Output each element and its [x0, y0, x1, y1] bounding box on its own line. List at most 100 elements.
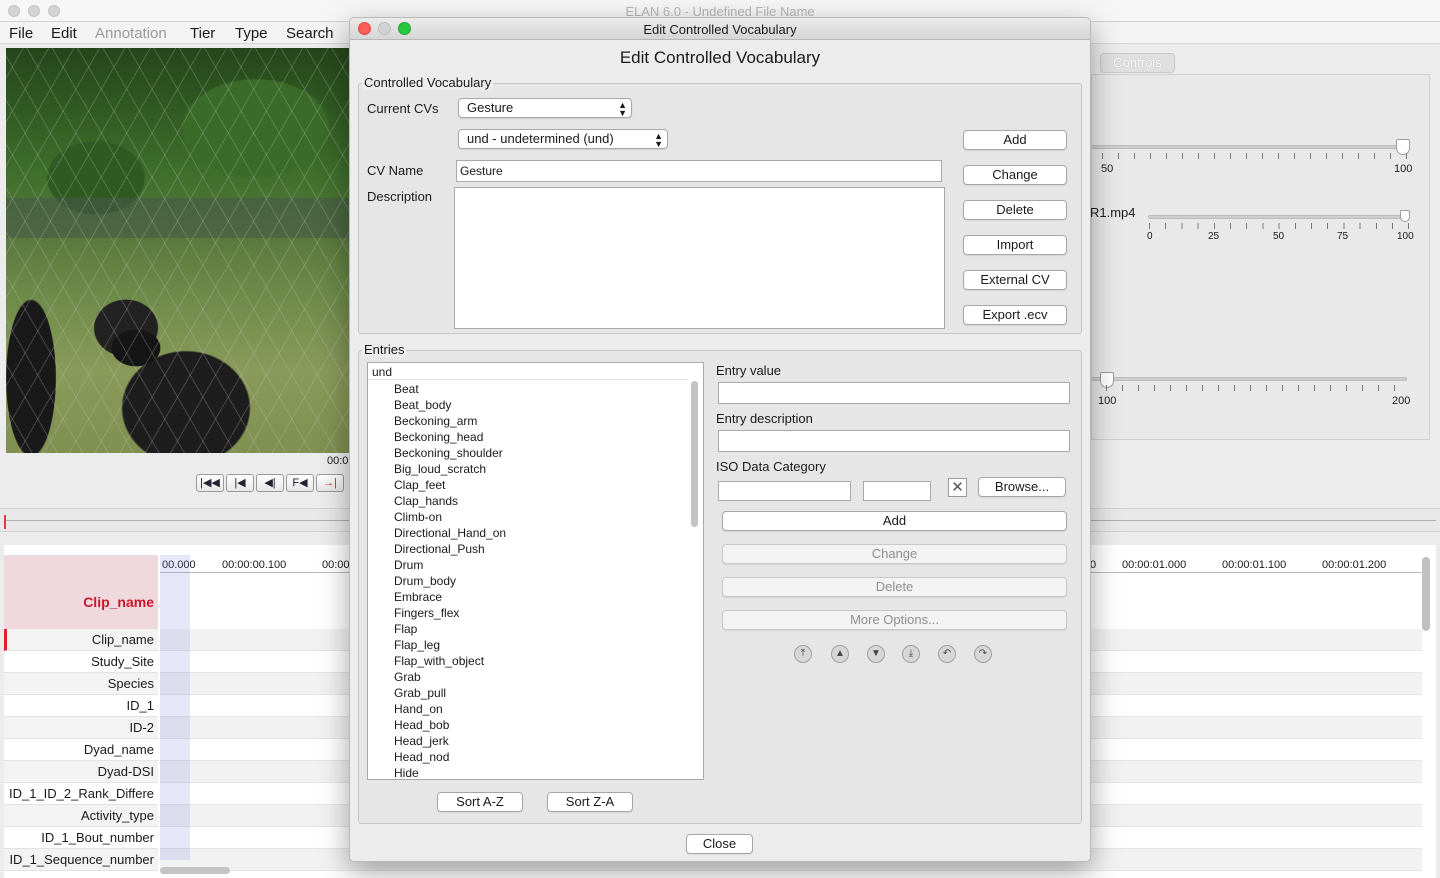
entry-item[interactable]: Hide — [394, 765, 684, 779]
entry-item[interactable]: Beckoning_shoulder — [394, 445, 684, 461]
entry-item[interactable]: Hand_on — [394, 701, 684, 717]
selection-end-button[interactable]: →| — [316, 474, 344, 492]
dialog-heading: Edit Controlled Vocabulary — [619, 48, 821, 67]
menu-edit[interactable]: Edit — [51, 25, 77, 42]
entry-item[interactable]: Flap_with_object — [394, 653, 684, 669]
tier-label-dyad-dsi[interactable]: Dyad-DSI — [4, 761, 158, 783]
entry-item[interactable]: Grab — [394, 669, 684, 685]
cv-change-button[interactable]: Change — [963, 165, 1067, 185]
volume-label-100: 100 — [1397, 231, 1414, 242]
entry-change-button[interactable]: Change — [722, 544, 1067, 564]
entry-item[interactable]: Clap_feet — [394, 477, 684, 493]
entry-item[interactable]: Beat — [394, 381, 684, 397]
tier-label-study-site[interactable]: Study_Site — [4, 651, 158, 673]
cv-add-button[interactable]: Add — [963, 130, 1067, 150]
entries-root-node[interactable]: und — [372, 365, 392, 379]
entry-item[interactable]: Head_jerk — [394, 733, 684, 749]
entries-list[interactable]: und Beat Beat_body Beckoning_arm Beckoning_… — [367, 362, 704, 780]
iso-id-field[interactable] — [863, 481, 931, 501]
move-to-top-icon[interactable]: ⤒ — [794, 645, 812, 663]
volume-slider[interactable] — [1148, 215, 1408, 219]
timeline-vertical-scrollbar[interactable] — [1422, 557, 1430, 631]
zoom-label-min: 100 — [1098, 395, 1117, 407]
volume-label-0: 0 — [1147, 231, 1153, 242]
entry-item[interactable]: Drum — [394, 557, 684, 573]
zoom-slider-ticks — [1106, 385, 1406, 391]
volume-label-50: 50 — [1273, 231, 1285, 242]
tier-label-sequence-number[interactable]: ID_1_Sequence_number — [4, 849, 158, 871]
clear-x-icon[interactable]: ✕ — [948, 478, 967, 497]
tier-label-id-2[interactable]: ID-2 — [4, 717, 158, 739]
browse-button[interactable]: Browse... — [978, 477, 1066, 497]
entry-item[interactable]: Beckoning_arm — [394, 413, 684, 429]
current-cv-select[interactable]: Gesture ▲ ▼ — [458, 98, 632, 118]
previous-second-button[interactable]: ◀| — [256, 474, 284, 492]
menu-annotation[interactable]: Annotation — [95, 25, 167, 42]
close-button[interactable]: Close — [686, 834, 753, 854]
entry-item[interactable]: Flap_leg — [394, 637, 684, 653]
menu-search[interactable]: Search — [286, 25, 334, 42]
move-to-bottom-icon[interactable]: ⤓ — [902, 645, 920, 663]
entry-description-field[interactable] — [718, 430, 1070, 452]
cv-name-field[interactable]: Gesture — [456, 160, 942, 182]
language-value: und - undetermined (und) — [467, 131, 614, 146]
go-to-begin-button[interactable]: |◀◀ — [196, 474, 224, 492]
timeline-horizontal-scrollbar[interactable] — [160, 867, 230, 874]
description-textarea[interactable] — [454, 187, 945, 329]
entry-item[interactable]: Big_loud_scratch — [394, 461, 684, 477]
entry-item[interactable]: Beat_body — [394, 397, 684, 413]
entry-item[interactable]: Directional_Hand_on — [394, 525, 684, 541]
move-up-icon[interactable]: ▲ — [831, 645, 849, 663]
zoom-label-max: 200 — [1392, 395, 1411, 407]
media-volume-label: R1.mp4 — [1090, 205, 1136, 220]
move-down-icon[interactable]: ▼ — [867, 645, 885, 663]
entry-item[interactable]: Climb-on — [394, 509, 684, 525]
cv-name-label: CV Name — [367, 163, 424, 178]
cv-delete-button[interactable]: Delete — [963, 200, 1067, 220]
entry-item[interactable]: Drum_body — [394, 573, 684, 589]
entry-item[interactable]: Head_bob — [394, 717, 684, 733]
language-select[interactable]: und - undetermined (und) ▲ ▼ — [458, 129, 668, 149]
previous-frame-button[interactable]: |◀ — [226, 474, 254, 492]
volume-label-25: 25 — [1208, 231, 1220, 242]
export-ecv-button[interactable]: Export .ecv — [963, 305, 1067, 325]
tier-label-rank-difference[interactable]: ID_1_ID_2_Rank_Differe — [4, 783, 158, 805]
entry-item[interactable]: Directional_Push — [394, 541, 684, 557]
menu-file[interactable]: File — [9, 25, 33, 42]
entries-list-scrollbar[interactable] — [691, 381, 698, 527]
redo-icon[interactable]: ↷ — [974, 645, 992, 663]
menu-tier[interactable]: Tier — [190, 25, 215, 42]
zoom-slider[interactable] — [1092, 377, 1407, 381]
sort-a-z-button[interactable]: Sort A-Z — [437, 792, 523, 812]
tier-label-bout-number[interactable]: ID_1_Bout_number — [4, 827, 158, 849]
entry-value-field[interactable] — [718, 382, 1070, 404]
entry-item[interactable]: Grab_pull — [394, 685, 684, 701]
entry-delete-button[interactable]: Delete — [722, 577, 1067, 597]
tier-label-dyad-name[interactable]: Dyad_name — [4, 739, 158, 761]
previous-pixel-button[interactable]: F◀ — [286, 474, 314, 492]
tier-label-species[interactable]: Species — [4, 673, 158, 695]
tier-label-clip-name[interactable]: Clip_name — [4, 629, 158, 651]
external-cv-button[interactable]: External CV — [963, 270, 1067, 290]
more-options-button[interactable]: More Options... — [722, 610, 1067, 630]
active-tier-label[interactable]: Clip_name — [4, 555, 158, 629]
entry-item[interactable]: Beckoning_head — [394, 429, 684, 445]
entry-item[interactable]: Head_nod — [394, 749, 684, 765]
undo-icon[interactable]: ↶ — [938, 645, 956, 663]
sort-z-a-button[interactable]: Sort Z-A — [547, 792, 633, 812]
entry-item[interactable]: Flap — [394, 621, 684, 637]
rate-slider[interactable] — [1092, 145, 1407, 149]
video-viewer[interactable] — [6, 48, 349, 453]
tier-label-activity-type[interactable]: Activity_type — [4, 805, 158, 827]
volume-slider-knob[interactable] — [1400, 210, 1410, 222]
entry-item[interactable]: Embrace — [394, 589, 684, 605]
menu-type[interactable]: Type — [235, 25, 268, 42]
entry-item[interactable]: Fingers_flex — [394, 605, 684, 621]
crosshair-marker[interactable] — [4, 515, 6, 529]
tier-label-id-1[interactable]: ID_1 — [4, 695, 158, 717]
entry-add-button[interactable]: Add — [722, 511, 1067, 531]
tab-controls[interactable]: Controls — [1100, 53, 1175, 73]
entry-item[interactable]: Clap_hands — [394, 493, 684, 509]
iso-category-field[interactable] — [718, 481, 851, 501]
cv-import-button[interactable]: Import — [963, 235, 1067, 255]
